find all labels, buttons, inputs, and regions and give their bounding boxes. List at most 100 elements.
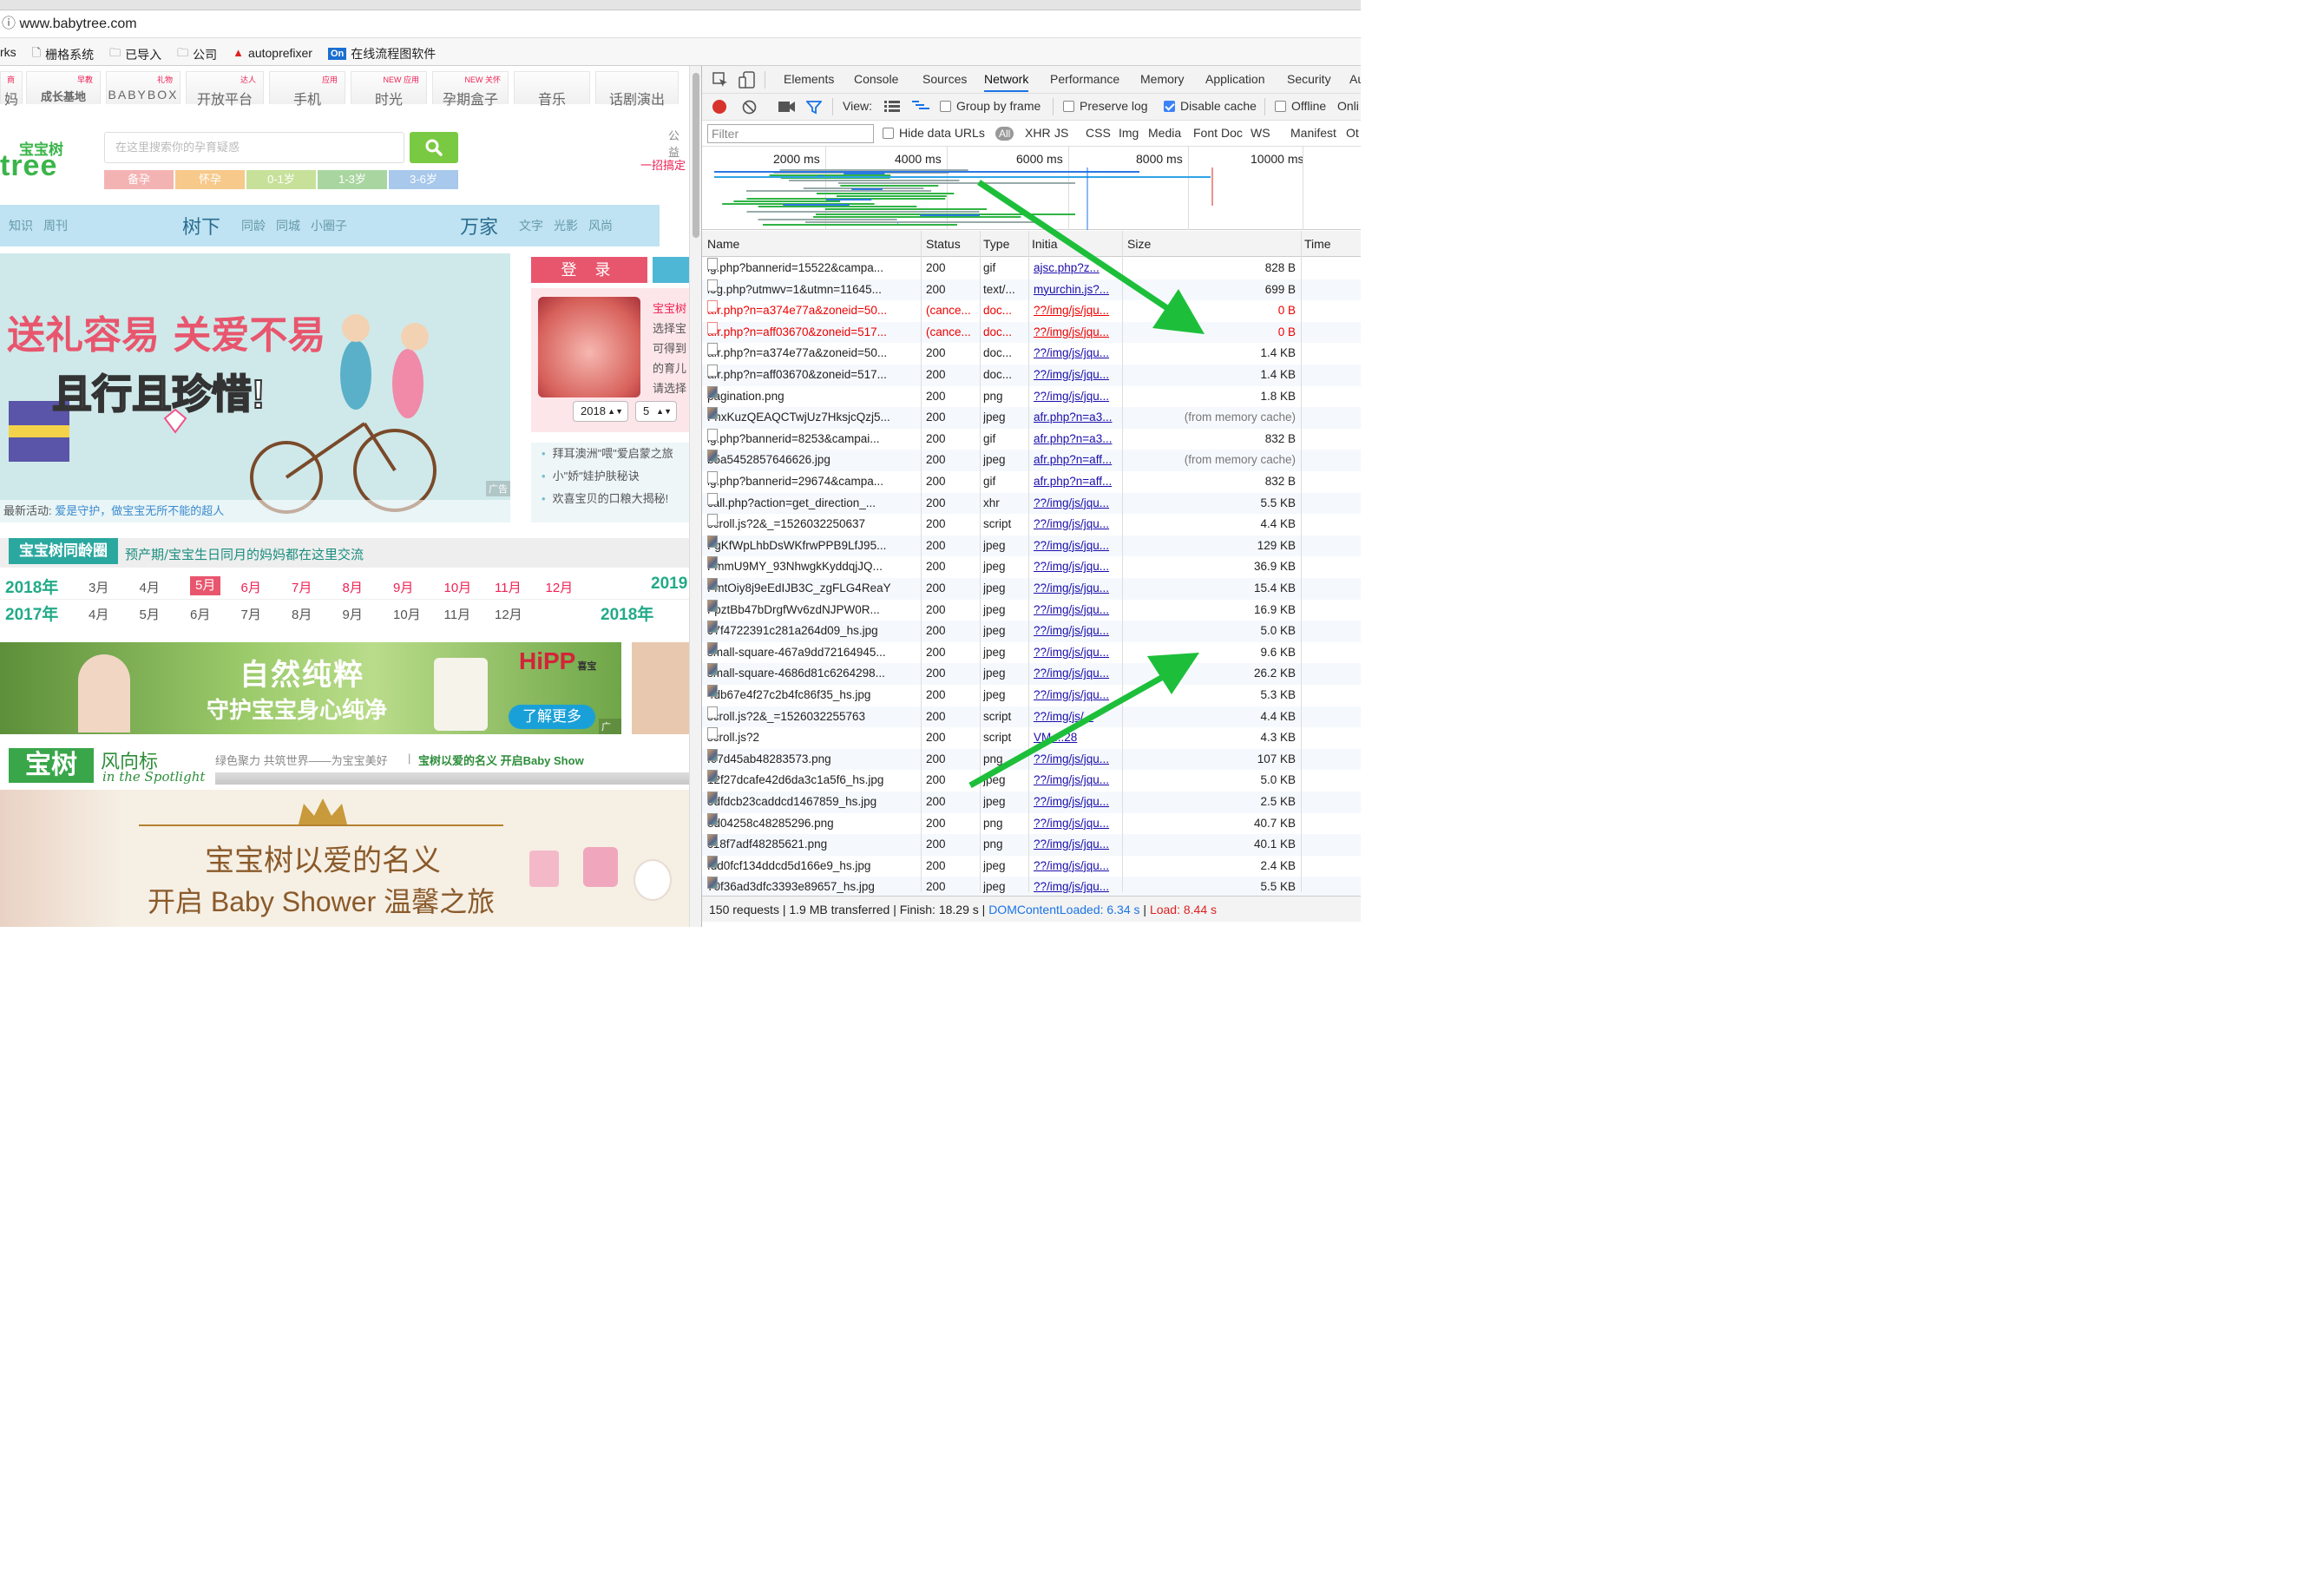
bookmark-item[interactable]: rks (0, 38, 16, 66)
scrollbar-thumb[interactable] (693, 73, 699, 238)
request-initiator[interactable]: ??/img/js/jqu... (1034, 642, 1120, 664)
filter-icon[interactable] (806, 100, 822, 115)
address-bar[interactable]: ⓘ www.babytree.com (0, 10, 1361, 38)
request-initiator[interactable]: ??/img/js/... (1034, 706, 1120, 728)
site-nav-tab[interactable]: 达人 开放平台 (186, 71, 264, 108)
group-by-frame-checkbox[interactable]: Group by frame (940, 99, 1041, 113)
request-row[interactable]: FmtOiy8j9eEdIJB3C_zgFLG4ReaY 200 jpeg ??/im… (702, 578, 1361, 600)
month-link[interactable]: 7月 (292, 578, 312, 596)
filter-type-button[interactable]: All (995, 127, 1014, 141)
news-item[interactable]: • 拜耳澳洲"喂"爱启蒙之旅 (531, 443, 689, 465)
waterfall-overview-icon[interactable] (912, 101, 929, 113)
child-photo-ad[interactable] (632, 642, 689, 734)
request-initiator[interactable]: ??/img/js/jqu... (1034, 663, 1120, 685)
request-initiator[interactable]: afr.php?n=a3... (1034, 407, 1120, 429)
request-row[interactable]: lg.php?bannerid=29674&campa... 200 gif afr.… (702, 471, 1361, 493)
month-link[interactable]: 10月 (444, 578, 472, 596)
request-row[interactable]: pagination.png 200 png ??/img/js/jqu... 1.8 … (702, 385, 1361, 408)
month-link[interactable]: 7月 (241, 605, 261, 623)
category-link[interactable]: 文字 (519, 217, 543, 234)
month-link[interactable]: 3月 (89, 578, 108, 596)
offline-checkbox[interactable]: Offline (1275, 99, 1326, 113)
filter-type-button[interactable]: Ot (1346, 126, 1359, 140)
devtools-tab[interactable]: Memory (1140, 72, 1185, 86)
throttling-select[interactable]: Onli (1337, 99, 1359, 113)
bookmark-item[interactable]: 🗀 公司 (177, 41, 217, 69)
request-row[interactable]: 5dfdcb23caddcd1467859_hs.jpg 200 jpeg ??/im… (702, 792, 1361, 813)
bookmark-item[interactable]: 🗋 栅格系统 (32, 41, 94, 69)
request-row[interactable]: scroll.js?2 200 script VM...:28 4.3 KB (702, 727, 1361, 749)
request-initiator[interactable]: ??/img/js/jqu... (1034, 856, 1120, 877)
devtools-tab[interactable]: Sources (922, 72, 967, 86)
site-nav-tab[interactable]: NEW 应用 时光 (351, 71, 427, 108)
month-link[interactable]: 8月 (343, 578, 363, 596)
request-initiator[interactable]: ??/img/js/jqu... (1034, 600, 1120, 621)
category-link[interactable]: 万家 (460, 212, 498, 240)
category-link[interactable]: 光影 (554, 217, 578, 234)
category-link[interactable]: 风尚 (588, 217, 613, 234)
category-link[interactable]: 小圈子 (311, 217, 347, 234)
month-link[interactable]: 10月 (393, 605, 421, 623)
month-link[interactable]: 11月 (495, 578, 522, 596)
request-initiator[interactable]: ??/img/js/jqu... (1034, 365, 1120, 386)
site-nav-tab[interactable]: 礼物 BABYBOX (106, 71, 181, 104)
hero-banner[interactable]: 送礼容易 关爱不易 且行且珍惜! 最新活动: 爱是守护，做宝宝无所不能的超人 广… (0, 253, 510, 522)
filter-type-button[interactable]: WS (1251, 126, 1270, 140)
preserve-log-checkbox[interactable]: Preserve log (1063, 99, 1148, 113)
filter-type-button[interactable]: Media (1148, 126, 1181, 140)
request-row[interactable]: lg.php?bannerid=8253&campai... 200 gif afr.… (702, 428, 1361, 450)
hide-data-urls-checkbox[interactable]: Hide data URLs (883, 126, 985, 140)
month-link[interactable]: 4月 (140, 578, 160, 596)
request-row[interactable]: c18f7adf48285621.png 200 png ??/img/js/jqu.… (702, 834, 1361, 856)
filter-type-button[interactable]: JS (1054, 126, 1068, 140)
page-scrollbar[interactable] (689, 66, 701, 927)
request-initiator[interactable]: ??/img/js/jqu... (1034, 343, 1120, 365)
age-tag[interactable]: 怀孕 (175, 170, 245, 189)
request-row[interactable]: 4db67e4f27c2b4fc86f35_hs.jpg 200 jpeg ??/im… (702, 685, 1361, 706)
devtools-tab[interactable]: Au (1349, 72, 1361, 86)
request-initiator[interactable]: ajsc.php?z... (1034, 258, 1120, 279)
request-initiator[interactable]: ??/img/js/jqu... (1034, 792, 1120, 813)
request-row[interactable]: FgKfWpLhbDsWKfrwPPB9LfJ95... 200 jpeg ??/im… (702, 535, 1361, 557)
category-link[interactable]: 树下 (182, 212, 220, 240)
devtools-tab[interactable]: Security (1287, 72, 1331, 86)
request-row[interactable]: lg.php?bannerid=15522&campa... 200 gif ajsc… (702, 258, 1361, 279)
record-icon[interactable] (712, 100, 726, 114)
site-nav-tab[interactable]: 话剧演出 (595, 71, 679, 108)
request-row[interactable]: scroll.js?2&_=1526032255763 200 script ??/i… (702, 706, 1361, 728)
request-initiator[interactable]: ??/img/js/jqu... (1034, 535, 1120, 557)
devtools-tab[interactable]: Performance (1050, 72, 1119, 86)
devtools-tab[interactable]: Console (854, 72, 898, 86)
request-initiator[interactable]: ??/img/js/jqu... (1034, 493, 1120, 515)
request-row[interactable]: small-square-4686d81c6264298... 200 jpeg??… (702, 663, 1361, 685)
site-nav-tab[interactable]: NEW 关怀 孕期盒子 (432, 71, 509, 108)
request-initiator[interactable]: afr.php?n=a3... (1034, 429, 1120, 450)
capture-screenshots-icon[interactable] (778, 101, 796, 113)
request-row[interactable]: 97f4722391c281a264d09_hs.jpg 200 jpeg ??/im… (702, 621, 1361, 642)
request-initiator[interactable]: afr.php?n=aff... (1034, 471, 1120, 493)
request-row[interactable]: f07d45ab48283573.png 200 png ??/img/js/jqu.… (702, 748, 1361, 771)
site-nav-tab[interactable]: 应用 手机 (269, 71, 345, 108)
large-rows-icon[interactable] (884, 101, 900, 113)
devtools-tab[interactable]: Network (984, 72, 1029, 92)
month-link[interactable]: 6月 (241, 578, 261, 596)
devtools-tab[interactable]: Application (1205, 72, 1265, 86)
request-initiator[interactable]: ??/img/js/jqu... (1034, 834, 1120, 856)
month-link[interactable]: 11月 (444, 605, 471, 623)
request-row[interactable]: afr.php?n=a374e77a&zoneid=50... (cance...… (702, 300, 1361, 322)
request-row[interactable]: scroll.js?2&_=1526032250637 200 script ??/i… (702, 514, 1361, 535)
hipp-ad-banner[interactable]: 自然纯粹 守护宝宝身心纯净 HiPP喜宝 了解更多 广告 (0, 642, 621, 734)
clear-icon[interactable] (742, 100, 757, 115)
request-row[interactable]: afr.php?n=aff03670&zoneid=517... (cance..… (702, 321, 1361, 344)
peer-circle-title[interactable]: 宝宝树同龄圈 (9, 538, 118, 564)
public-link[interactable]: 公益 (668, 127, 689, 160)
request-initiator[interactable]: myurchin.js?... (1034, 279, 1120, 301)
activity-link[interactable]: 爱是守护，做宝宝无所不能的超人 (55, 504, 224, 517)
site-nav-tab[interactable]: 商妈 (0, 71, 23, 108)
filter-input[interactable]: Filter (707, 124, 874, 143)
category-link[interactable]: 同龄 (241, 217, 266, 234)
request-initiator[interactable]: ??/img/js/jqu... (1034, 556, 1120, 578)
filter-type-button[interactable]: Manifest (1290, 126, 1336, 140)
request-initiator[interactable]: ??/img/js/jqu... (1034, 685, 1120, 706)
column-header[interactable]: Name (707, 237, 739, 251)
